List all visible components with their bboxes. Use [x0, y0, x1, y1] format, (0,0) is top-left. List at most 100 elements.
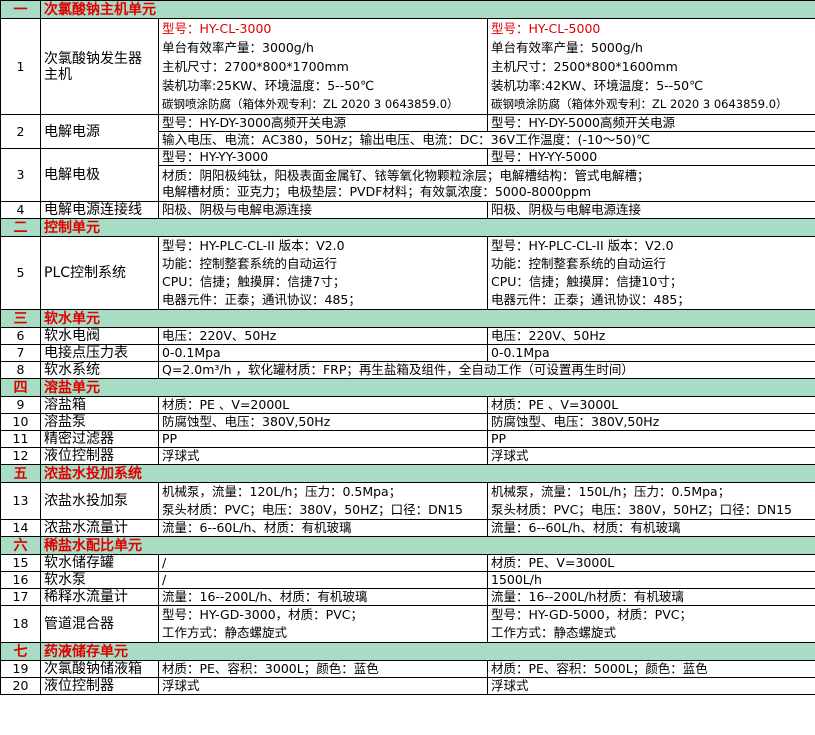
spec-line: 主机尺寸：2700*800*1700mm: [162, 59, 349, 74]
section-number: 一: [0, 0, 41, 19]
spec-3000: 型号：HY-YY-3000: [158, 148, 488, 166]
spec-3000: PP: [158, 430, 488, 448]
item-name: 液位控制器: [40, 447, 159, 465]
table-row: 11 精密过滤器 PP PP: [0, 430, 815, 448]
section-title: 控制单元: [39, 218, 815, 237]
spec-line: 型号：HY-PLC-CL-II 版本：V2.0: [491, 238, 674, 253]
spec-3000: 材质：PE 、V=2000L: [158, 396, 488, 414]
section-header: 三 软水单元: [0, 309, 815, 328]
spec-5000: 电压：220V、50Hz: [486, 327, 815, 345]
row-number: 3: [0, 148, 41, 202]
table-row: 12 液位控制器 浮球式 浮球式: [0, 447, 815, 465]
row-number: 8: [0, 361, 41, 379]
table-row: 8 软水系统 Q=2.0m³/h ，软化罐材质：FRP；再生盐箱及组件，全自动工…: [0, 361, 815, 379]
item-name: 电解电极: [40, 148, 159, 202]
row-number: 4: [0, 201, 41, 219]
section-title: 浓盐水投加系统: [39, 464, 815, 483]
section-number: 四: [0, 378, 41, 397]
spec-3000: 浮球式: [158, 447, 488, 465]
item-name: 精密过滤器: [40, 430, 159, 448]
section-title: 软水单元: [39, 309, 815, 328]
equipment-spec-table: 一 次氯酸钠主机单元 1 次氯酸钠发生器 主机 型号：HY-CL-3000 单台有…: [0, 0, 815, 695]
item-name: 软水泵: [40, 571, 159, 589]
spec-3000: 浮球式: [158, 677, 488, 695]
spec-5000: 型号：HY-YY-5000: [486, 148, 815, 166]
table-row: 6 软水电阀 电压：220V、50Hz 电压：220V、50Hz: [0, 327, 815, 345]
section-number: 二: [0, 218, 41, 237]
section-number: 七: [0, 642, 41, 661]
spec-3000: 0-0.1Mpa: [158, 344, 488, 362]
table-row: 15 软水储存罐 / 材质：PE、V=3000L: [0, 554, 815, 572]
row-number: 13: [0, 482, 41, 520]
section-header: 五 浓盐水投加系统: [0, 464, 815, 483]
spec-3000: /: [158, 554, 488, 572]
section-header: 一 次氯酸钠主机单元: [0, 0, 815, 19]
row-number: 14: [0, 519, 41, 537]
spec-line: 型号：HY-PLC-CL-II 版本：V2.0: [162, 238, 345, 253]
spec-3000: 机械泵，流量：120L/h；压力：0.5Mpa； 泵头材质：PVC；电压：380…: [158, 482, 488, 520]
table-row: 14 浓盐水流量计 流量：6--60L/h、材质：有机玻璃 流量：6--60L/…: [0, 519, 815, 537]
section-number: 三: [0, 309, 41, 328]
item-name: 电接点压力表: [40, 344, 159, 362]
table-row: 20 液位控制器 浮球式 浮球式: [0, 677, 815, 695]
spec-5000: 流量：16--200L/h材质：有机玻璃: [486, 588, 815, 606]
spec-line: 机械泵，流量：120L/h；压力：0.5Mpa；: [162, 484, 402, 499]
spec-shared: 材质：阴阳极纯钛，阳极表面金属钌、铱等氧化物颗粒涂层；电解槽结构：管式电解槽； …: [157, 165, 815, 202]
row-number: 1: [0, 18, 41, 115]
table-row: 3 电解电极 型号：HY-YY-3000 型号：HY-YY-5000: [0, 148, 815, 202]
spec-5000: 机械泵，流量：150L/h；压力：0.5Mpa； 泵头材质：PVC；电压：380…: [486, 482, 815, 520]
row-number: 9: [0, 396, 41, 414]
spec-5000: 型号：HY-PLC-CL-II 版本：V2.0 功能：控制整套系统的自动运行 C…: [486, 236, 815, 310]
spec-line: 材质：阴阳极纯钛，阳极表面金属钌、铱等氧化物颗粒涂层；电解槽结构：管式电解槽；: [162, 167, 650, 183]
spec-line: CPU：信捷；触摸屏：信捷10寸；: [491, 274, 683, 289]
spec-3000: 型号：HY-GD-3000，材质：PVC； 工作方式：静态螺旋式: [158, 605, 488, 643]
row-number: 18: [0, 605, 41, 643]
spec-line: CPU：信捷；触摸屏：信捷7寸；: [162, 274, 346, 289]
spec-5000: 阳极、阴极与电解电源连接: [486, 201, 815, 219]
spec-line: 功能：控制整套系统的自动运行: [162, 256, 338, 271]
spec-5000: 1500L/h: [486, 571, 815, 589]
spec-shared: 输入电压、电流：AC380，50Hz；输出电压、电流：DC：36V工作温度：(-…: [157, 131, 815, 149]
table-row: 18 管道混合器 型号：HY-GD-3000，材质：PVC； 工作方式：静态螺旋…: [0, 605, 815, 643]
spec-5000: PP: [486, 430, 815, 448]
item-name: 浓盐水投加泵: [40, 482, 159, 520]
spec-5000: 型号：HY-DY-5000高频开关电源: [486, 114, 815, 132]
row-number: 11: [0, 430, 41, 448]
item-name: 管道混合器: [40, 605, 159, 643]
spec-5000: 材质：PE、容积：5000L；颜色：蓝色: [486, 660, 815, 678]
spec-5000: 流量：6--60L/h、材质：有机玻璃: [486, 519, 815, 537]
spec-line: 电解槽材质：亚克力；电极垫层：PVDF材料；有效氯浓度：5000-8000ppm: [162, 183, 592, 199]
item-name: 浓盐水流量计: [40, 519, 159, 537]
section-title: 稀盐水配比单元: [39, 536, 815, 555]
spec-3000: 防腐蚀型、电压：380V,50Hz: [158, 413, 488, 431]
spec-line: 机械泵，流量：150L/h；压力：0.5Mpa；: [491, 484, 731, 499]
spec-5000: 浮球式: [486, 677, 815, 695]
item-name: 电解电源连接线: [40, 201, 159, 219]
table-row: 5 PLC控制系统 型号：HY-PLC-CL-II 版本：V2.0 功能：控制整…: [0, 236, 815, 310]
item-name: 次氯酸钠储液箱: [40, 660, 159, 678]
spec-3000: 阳极、阴极与电解电源连接: [158, 201, 488, 219]
spec-5000: 材质：PE、V=3000L: [486, 554, 815, 572]
item-name: 软水系统: [40, 361, 159, 379]
section-header: 四 溶盐单元: [0, 378, 815, 397]
table-row: 1 次氯酸钠发生器 主机 型号：HY-CL-3000 单台有效率产量：3000g/…: [0, 18, 815, 115]
table-row: 16 软水泵 / 1500L/h: [0, 571, 815, 589]
row-number: 7: [0, 344, 41, 362]
spec-5000: 型号：HY-GD-5000，材质：PVC； 工作方式：静态螺旋式: [486, 605, 815, 643]
table-row: 7 电接点压力表 0-0.1Mpa 0-0.1Mpa: [0, 344, 815, 362]
row-number: 16: [0, 571, 41, 589]
spec-line: 泵头材质：PVC；电压：380V，50HZ；口径：DN15: [162, 502, 463, 517]
item-name: 软水储存罐: [40, 554, 159, 572]
row-number: 10: [0, 413, 41, 431]
section-title: 药液储存单元: [39, 642, 815, 661]
spec-line: 碳钢喷涂防腐（箱体外观专利：ZL 2020 3 0643859.0）: [491, 97, 788, 111]
spec-3000: 流量：6--60L/h、材质：有机玻璃: [158, 519, 488, 537]
item-name: 液位控制器: [40, 677, 159, 695]
spec-line: 工作方式：静态螺旋式: [162, 625, 288, 640]
spec-5000: 材质：PE 、V=3000L: [486, 396, 815, 414]
spec-line: 型号：HY-GD-5000，材质：PVC；: [491, 607, 692, 622]
spec-5000: 防腐蚀型、电压：380V,50Hz: [486, 413, 815, 431]
section-number: 五: [0, 464, 41, 483]
spec-line: 型号：HY-GD-3000，材质：PVC；: [162, 607, 363, 622]
model-label: 型号：HY-CL-5000: [491, 21, 601, 36]
